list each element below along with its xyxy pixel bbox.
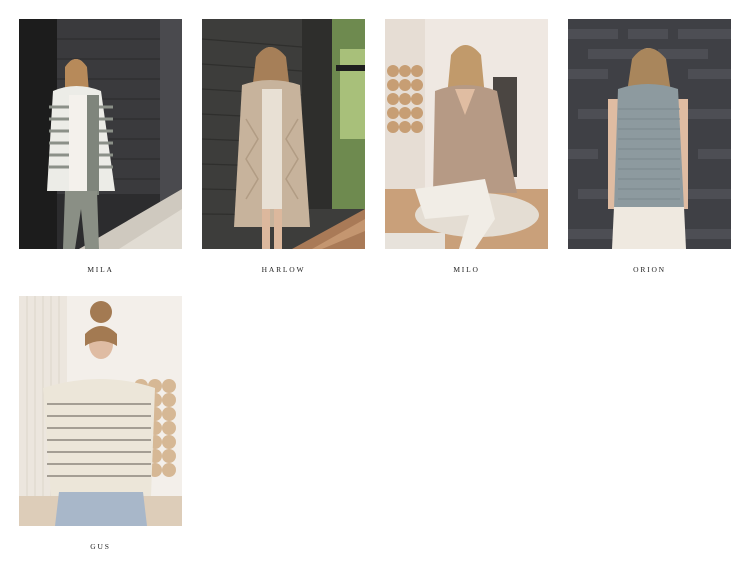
product-name-gus[interactable]: GUS — [19, 542, 182, 551]
photo-vneck-sweater — [385, 19, 548, 249]
product-card-orion[interactable]: ORION — [568, 19, 731, 274]
product-card-mila[interactable]: MILA — [19, 19, 182, 274]
product-card-harlow[interactable]: HARLOW — [202, 19, 365, 274]
photo-long-cardigan — [202, 19, 365, 249]
product-photo-gus[interactable] — [19, 296, 182, 526]
product-photo-milo[interactable] — [385, 19, 548, 249]
product-name-mila[interactable]: MILA — [19, 265, 182, 274]
photo-henley-sweater — [19, 296, 182, 526]
product-grid: MILA HARLOW MILO ORION GUS — [0, 0, 750, 563]
product-photo-mila[interactable] — [19, 19, 182, 249]
product-photo-harlow[interactable] — [202, 19, 365, 249]
photo-knit-vest — [568, 19, 731, 249]
product-name-orion[interactable]: ORION — [568, 265, 731, 274]
photo-striped-cardigan — [19, 19, 182, 249]
product-photo-orion[interactable] — [568, 19, 731, 249]
product-name-harlow[interactable]: HARLOW — [202, 265, 365, 274]
product-name-milo[interactable]: MILO — [385, 265, 548, 274]
product-card-gus[interactable]: GUS — [19, 296, 182, 551]
product-card-milo[interactable]: MILO — [385, 19, 548, 274]
